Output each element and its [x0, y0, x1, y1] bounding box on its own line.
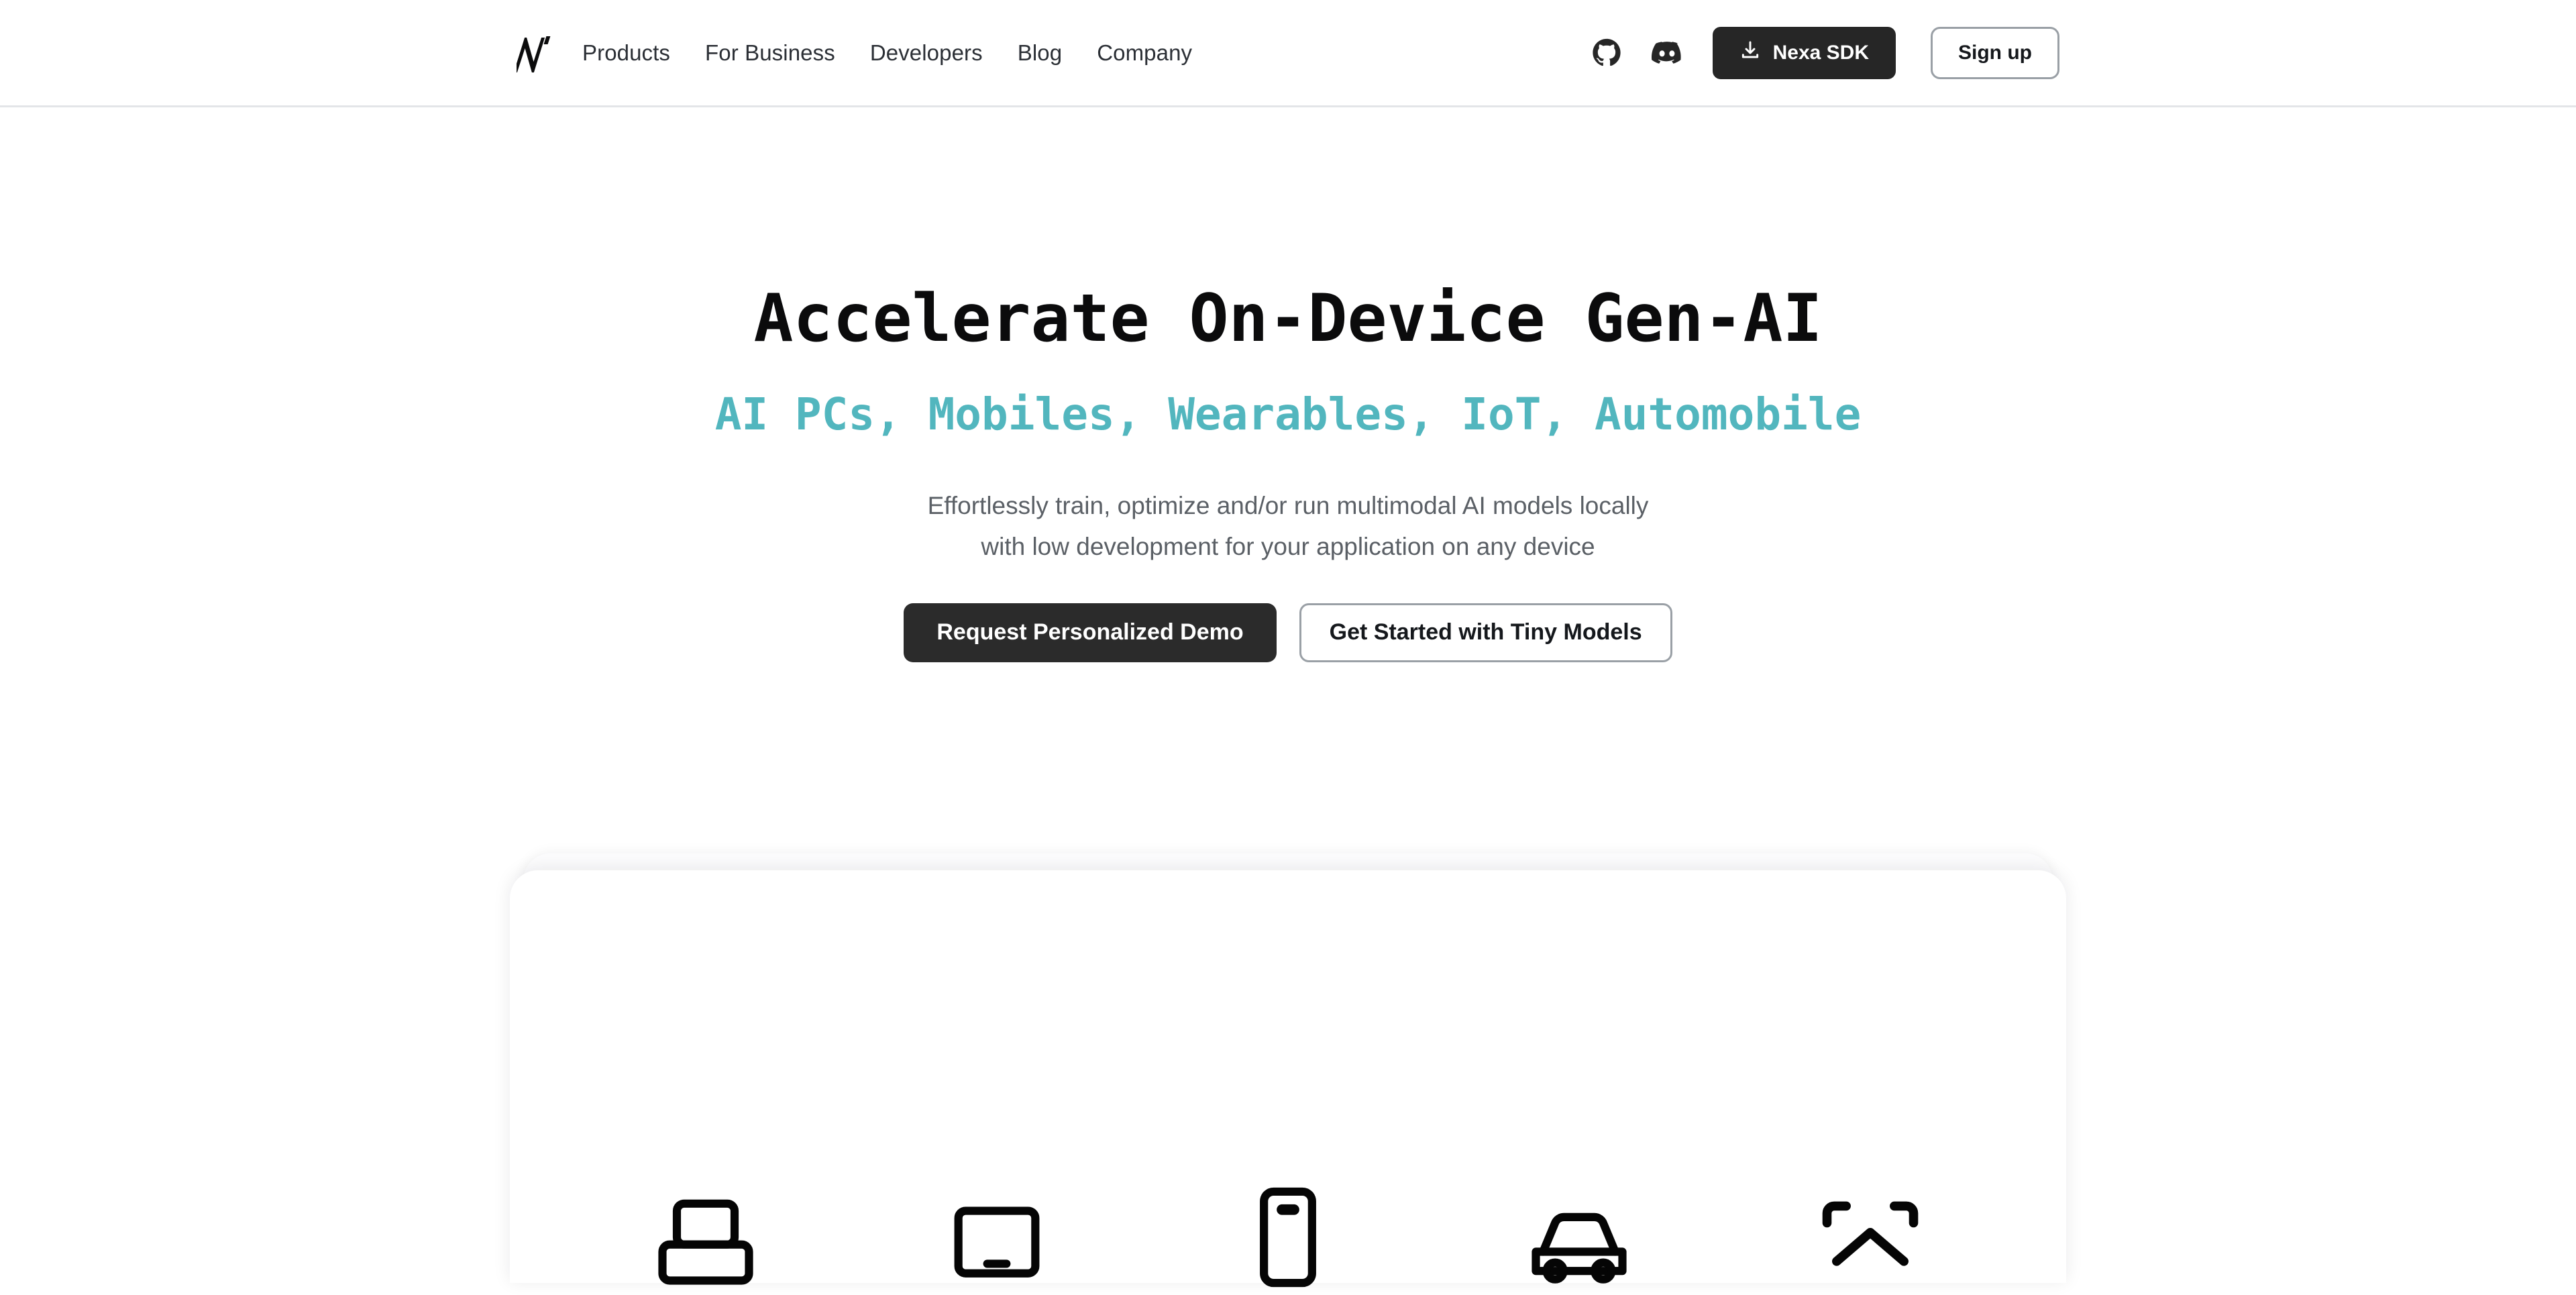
hero-description-line-1: Effortlessly train, optimize and/or run … — [927, 492, 1649, 520]
hero-description-line-2: with low development for your applicatio… — [981, 532, 1595, 560]
hero-cta-group: Request Personalized Demo Get Started wi… — [0, 603, 2576, 662]
header-actions: Nexa SDK Sign up — [1584, 0, 2059, 105]
github-icon[interactable] — [1584, 30, 1629, 76]
site-header: Products For Business Developers Blog Co… — [0, 0, 2576, 107]
get-started-button-label: Get Started with Tiny Models — [1329, 619, 1642, 645]
sign-up-button[interactable]: Sign up — [1931, 26, 2059, 79]
nexa-sdk-button-label: Nexa SDK — [1772, 41, 1870, 64]
phone-icon — [1230, 1180, 1346, 1295]
discord-icon[interactable] — [1644, 30, 1690, 76]
download-icon — [1739, 40, 1761, 66]
device-icon-row — [510, 1180, 2066, 1295]
header-inner: Products For Business Developers Blog Co… — [0, 0, 2576, 105]
nav-item-company[interactable]: Company — [1079, 40, 1210, 66]
nexa-logo-icon[interactable] — [513, 30, 554, 74]
nexa-sdk-button[interactable]: Nexa SDK — [1712, 26, 1896, 79]
laptop-icon — [648, 1180, 763, 1295]
hero-description: Effortlessly train, optimize and/or run … — [0, 486, 2576, 567]
request-demo-button-label: Request Personalized Demo — [936, 619, 1244, 645]
showcase-card-stack — [510, 853, 2066, 1288]
car-icon — [1521, 1180, 1637, 1295]
nav-item-blog[interactable]: Blog — [1000, 40, 1079, 66]
get-started-button[interactable]: Get Started with Tiny Models — [1299, 603, 1672, 662]
nav-item-developers[interactable]: Developers — [853, 40, 1000, 66]
tablet-icon — [939, 1180, 1055, 1295]
request-demo-button[interactable]: Request Personalized Demo — [904, 603, 1277, 662]
nav-item-for-business[interactable]: For Business — [688, 40, 853, 66]
hero-subtitle: AI PCs, Mobiles, Wearables, IoT, Automob… — [714, 388, 1862, 440]
hero-section: Accelerate On-Device Gen-AI AI PCs, Mobi… — [0, 280, 2576, 662]
page-title: Accelerate On-Device Gen-AI — [753, 280, 1823, 357]
nav-item-products[interactable]: Products — [582, 40, 688, 66]
sign-up-button-label: Sign up — [1958, 41, 2032, 64]
showcase-card — [510, 870, 2066, 1288]
primary-nav: Products For Business Developers Blog Co… — [582, 0, 1210, 105]
wearable-glasses-icon — [1813, 1180, 1928, 1295]
